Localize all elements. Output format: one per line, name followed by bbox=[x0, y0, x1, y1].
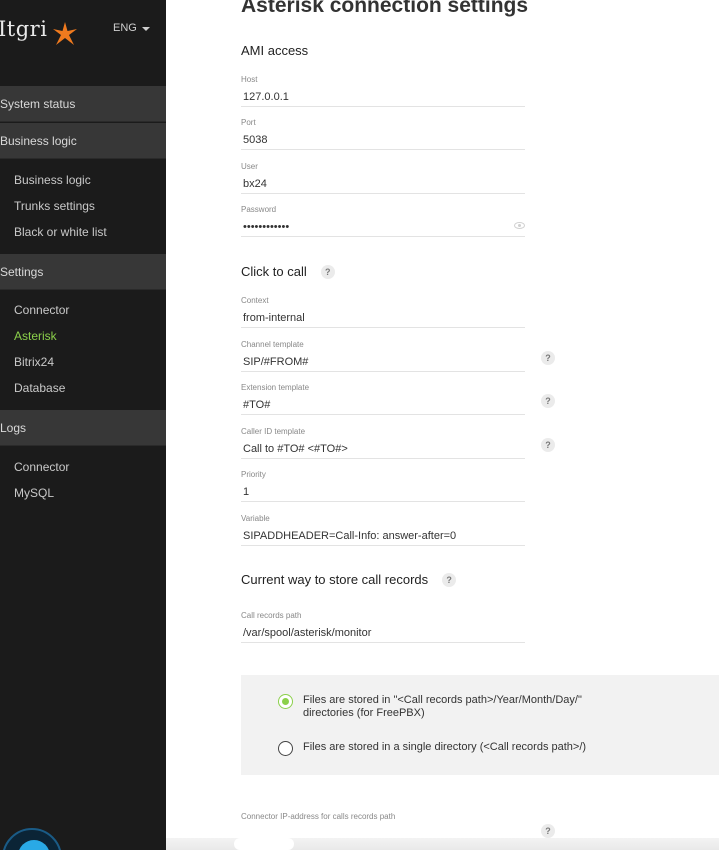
logo-text: Itgri bbox=[0, 17, 48, 41]
help-icon[interactable]: ? bbox=[541, 351, 555, 365]
priority-label: Priority bbox=[241, 470, 266, 479]
sidebar-item-asterisk[interactable]: Asterisk bbox=[14, 329, 57, 343]
logo: Itgri bbox=[0, 17, 47, 41]
section-title-call-records: Current way to store call records ? bbox=[241, 572, 457, 587]
context-field[interactable]: Context from-internal bbox=[241, 296, 525, 328]
port-label: Port bbox=[241, 118, 256, 127]
nav-section-system-status[interactable]: System status bbox=[0, 86, 166, 122]
radio-option-single-dir[interactable]: Files are stored in a single directory (… bbox=[278, 741, 586, 756]
nav-section-settings[interactable]: Settings bbox=[0, 254, 166, 290]
redacted-overlay bbox=[234, 838, 294, 850]
help-icon[interactable]: ? bbox=[320, 264, 335, 279]
section-title-ami: AMI access bbox=[241, 43, 308, 58]
language-selector[interactable]: ENG bbox=[113, 22, 150, 34]
section-title-ami-text: AMI access bbox=[241, 43, 309, 58]
help-icon[interactable]: ? bbox=[541, 394, 555, 408]
channel-template-input[interactable]: SIP/#FROM# bbox=[241, 352, 525, 372]
radio-button[interactable] bbox=[278, 741, 293, 756]
sidebar: Itgri ENG System status Business logic B… bbox=[0, 0, 166, 850]
eye-icon[interactable] bbox=[514, 222, 525, 229]
connector-ip-label: Connector IP-address for calls records p… bbox=[241, 812, 396, 821]
section-title-call-records-text: Current way to store call records bbox=[241, 572, 429, 587]
radio-option-date-dirs[interactable]: Files are stored in "<Call records path>… bbox=[278, 694, 582, 720]
password-field[interactable]: Password •••••••••••• bbox=[241, 205, 525, 237]
password-input[interactable]: •••••••••••• bbox=[241, 217, 525, 237]
extension-template-field[interactable]: Extension template #TO# bbox=[241, 383, 525, 415]
channel-template-label: Channel template bbox=[241, 340, 304, 349]
variable-field[interactable]: Variable SIPADDHEADER=Call-Info: answer-… bbox=[241, 514, 525, 546]
extension-template-input[interactable]: #TO# bbox=[241, 395, 525, 415]
radio-option-date-dirs-line1: Files are stored in "<Call records path>… bbox=[303, 694, 582, 706]
context-label: Context bbox=[241, 296, 269, 305]
context-input[interactable]: from-internal bbox=[241, 308, 525, 328]
radio-option-date-dirs-label: Files are stored in "<Call records path>… bbox=[303, 694, 582, 720]
sidebar-item-log-connector[interactable]: Connector bbox=[14, 460, 69, 474]
sidebar-item-trunks-settings[interactable]: Trunks settings bbox=[14, 199, 95, 213]
caller-id-template-field[interactable]: Caller ID template Call to #TO# <#TO#> bbox=[241, 427, 525, 459]
logo-star-icon bbox=[53, 22, 77, 45]
sidebar-item-database[interactable]: Database bbox=[14, 381, 65, 395]
connector-ip-field[interactable]: Connector IP-address for calls records p… bbox=[241, 812, 525, 824]
nav-section-business-logic[interactable]: Business logic bbox=[0, 123, 166, 159]
user-input[interactable]: bx24 bbox=[241, 174, 525, 194]
variable-input[interactable]: SIPADDHEADER=Call-Info: answer-after=0 bbox=[241, 526, 525, 546]
radio-button-checked[interactable] bbox=[278, 694, 293, 709]
extension-template-label: Extension template bbox=[241, 383, 310, 392]
help-icon[interactable]: ? bbox=[442, 572, 457, 587]
call-records-path-label: Call records path bbox=[241, 611, 302, 620]
section-title-click-to-call: Click to call ? bbox=[241, 264, 335, 279]
call-records-path-input[interactable]: /var/spool/asterisk/monitor bbox=[241, 623, 525, 643]
chat-icon bbox=[18, 840, 50, 850]
chat-widget-button[interactable] bbox=[2, 828, 62, 850]
call-records-path-field[interactable]: Call records path /var/spool/asterisk/mo… bbox=[241, 611, 525, 643]
host-input[interactable]: 127.0.0.1 bbox=[241, 87, 525, 107]
records-mode-panel: Files are stored in "<Call records path>… bbox=[241, 675, 719, 775]
sidebar-item-connector[interactable]: Connector bbox=[14, 303, 69, 317]
main-content: Asterisk connection settings AMI access … bbox=[166, 0, 719, 850]
sidebar-item-business-logic[interactable]: Business logic bbox=[14, 173, 91, 187]
port-input[interactable]: 5038 bbox=[241, 130, 525, 150]
page-title: Asterisk connection settings bbox=[241, 0, 529, 17]
user-field[interactable]: User bx24 bbox=[241, 162, 525, 194]
priority-field[interactable]: Priority 1 bbox=[241, 470, 525, 502]
help-icon[interactable]: ? bbox=[541, 438, 555, 452]
section-title-click-to-call-text: Click to call bbox=[241, 264, 307, 279]
chevron-down-icon bbox=[141, 26, 150, 31]
host-field[interactable]: Host 127.0.0.1 bbox=[241, 75, 525, 107]
sidebar-item-bitrix24[interactable]: Bitrix24 bbox=[14, 355, 54, 369]
sidebar-item-black-or-white-list[interactable]: Black or white list bbox=[14, 225, 107, 239]
variable-label: Variable bbox=[241, 514, 270, 523]
sidebar-item-log-mysql[interactable]: MySQL bbox=[14, 486, 54, 500]
radio-option-date-dirs-line2: directories (for FreePBX) bbox=[303, 707, 425, 719]
nav-section-logs[interactable]: Logs bbox=[0, 410, 166, 446]
password-dots: •••••••••••• bbox=[243, 221, 290, 233]
user-label: User bbox=[241, 162, 258, 171]
channel-template-field[interactable]: Channel template SIP/#FROM# bbox=[241, 340, 525, 372]
port-field[interactable]: Port 5038 bbox=[241, 118, 525, 150]
caller-id-template-label: Caller ID template bbox=[241, 427, 306, 436]
caller-id-template-input[interactable]: Call to #TO# <#TO#> bbox=[241, 439, 525, 459]
radio-option-single-dir-label: Files are stored in a single directory (… bbox=[303, 741, 587, 753]
help-icon[interactable]: ? bbox=[541, 824, 555, 838]
language-label: ENG bbox=[113, 22, 137, 34]
priority-input[interactable]: 1 bbox=[241, 482, 525, 502]
host-label: Host bbox=[241, 75, 258, 84]
password-label: Password bbox=[241, 205, 277, 214]
